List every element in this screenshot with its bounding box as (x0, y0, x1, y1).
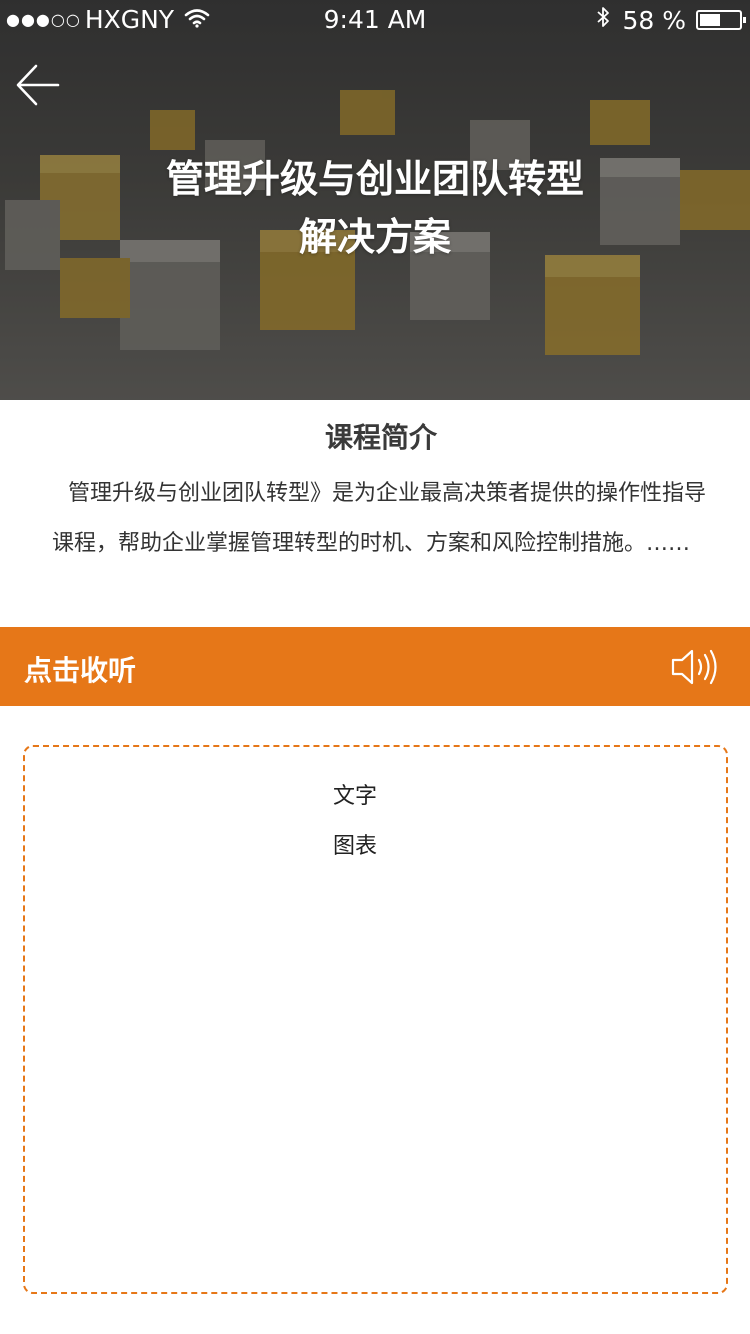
content-area: 文字 图表 (23, 745, 728, 1294)
listen-button[interactable]: 点击收听 (0, 627, 750, 706)
chart-placeholder: 图表 (332, 834, 377, 859)
bluetooth-icon (596, 5, 610, 35)
battery-percent: 58 % (622, 5, 686, 35)
status-right: 58 % (596, 5, 746, 35)
intro-body: 管理升级与创业团队转型》是为企业最高决策者提供的操作性指导课程，帮助企业掌握管理… (52, 481, 707, 556)
speaker-icon (671, 649, 717, 685)
content-placeholder: 文字 图表 (25, 772, 685, 872)
back-button[interactable] (14, 62, 64, 112)
status-bar: ●●●○○ HXGNY 9:41 AM 58 % (0, 0, 750, 40)
course-title: 管理升级与创业团队转型 解决方案 (0, 150, 750, 266)
battery-tip (743, 17, 746, 23)
listen-label: 点击收听 (24, 654, 137, 687)
course-title-line2: 解决方案 (298, 215, 451, 259)
intro-heading: 课程简介 (324, 421, 437, 454)
hero-banner: ●●●○○ HXGNY 9:41 AM 58 % 管理升级与创业团队转型 解决方… (0, 0, 750, 400)
battery-icon (696, 10, 746, 30)
battery-level (700, 14, 721, 26)
course-title-line1: 管理升级与创业团队转型 (165, 157, 584, 201)
text-placeholder: 文字 (332, 784, 377, 809)
back-arrow-icon (16, 64, 60, 106)
